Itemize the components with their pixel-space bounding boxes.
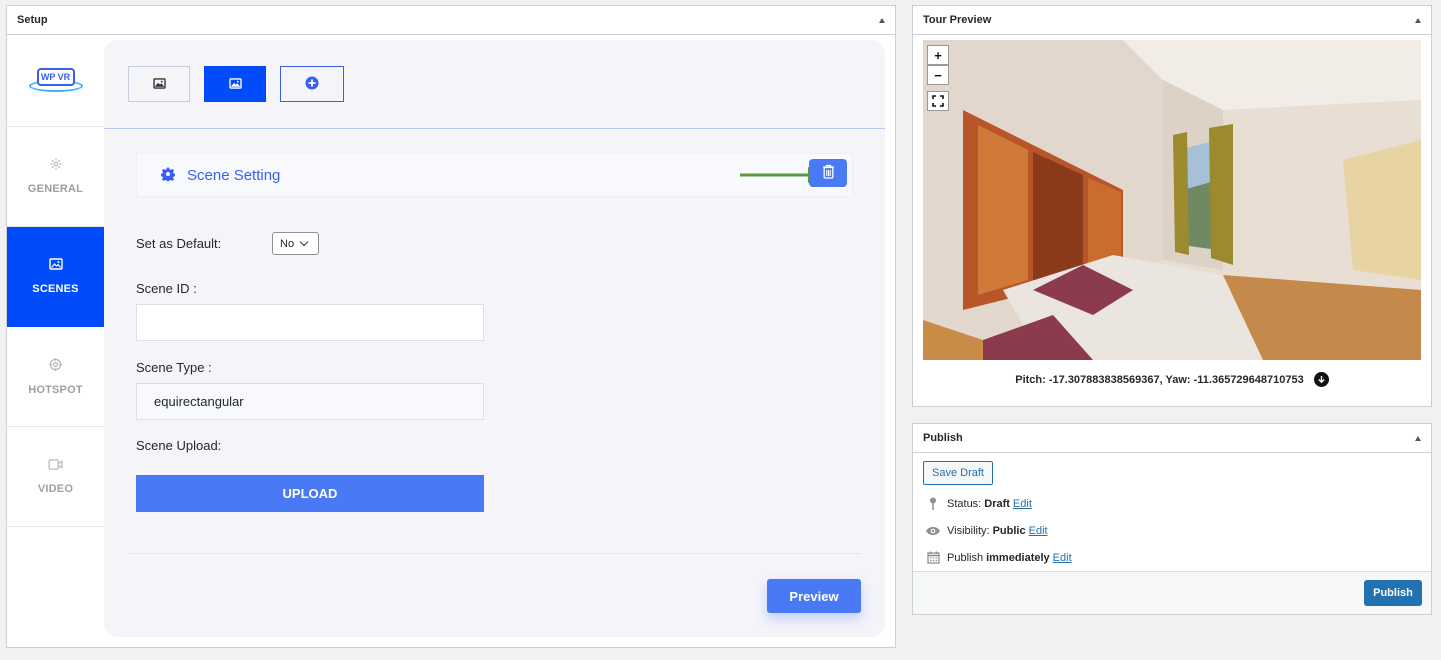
- publish-title: Publish: [923, 432, 963, 444]
- bedroom-panorama-image: [923, 40, 1421, 360]
- scene-tab-2[interactable]: [204, 66, 266, 102]
- arrow-down-circle-icon[interactable]: [1313, 372, 1329, 387]
- collapse-arrow-icon[interactable]: [1415, 17, 1421, 23]
- scene-setting-header: Scene Setting: [136, 153, 853, 197]
- panorama-viewer[interactable]: + −: [923, 40, 1421, 360]
- side-tab-general[interactable]: GENERAL: [7, 127, 104, 227]
- side-tab-scenes[interactable]: SCENES: [7, 227, 104, 327]
- scene-upload-label: Scene Upload:: [136, 438, 222, 453]
- preview-button[interactable]: Preview: [767, 579, 861, 613]
- scene-tabs: [128, 66, 344, 102]
- visibility-row: Visibility: Public Edit: [923, 522, 1421, 539]
- scene-id-label: Scene ID :: [136, 281, 197, 296]
- image-icon: [152, 77, 166, 92]
- zoom-in-button[interactable]: +: [927, 45, 949, 65]
- set-default-label: Set as Default:: [136, 236, 222, 251]
- tour-preview-header[interactable]: Tour Preview: [913, 6, 1431, 35]
- scene-id-input[interactable]: [136, 304, 484, 341]
- collapse-arrow-icon[interactable]: [1415, 435, 1421, 441]
- side-tab-label: SCENES: [32, 283, 79, 295]
- tour-preview-metabox: Tour Preview + − Pitch: -17.307883838569…: [912, 5, 1432, 407]
- gear-icon: [50, 158, 62, 173]
- logo-area: WP VR: [7, 35, 104, 127]
- scene-type-input[interactable]: equirectangular: [136, 383, 484, 420]
- publish-label: Publish: [947, 551, 984, 564]
- tabs-divider: [104, 128, 885, 129]
- trash-icon: [822, 164, 835, 182]
- visibility-edit-link[interactable]: Edit: [1029, 525, 1048, 537]
- scene-type-value: equirectangular: [154, 394, 244, 409]
- side-tab-label: VIDEO: [37, 482, 74, 495]
- publish-header[interactable]: Publish: [913, 424, 1431, 453]
- zoom-out-button[interactable]: −: [927, 65, 949, 85]
- setup-title: Setup: [17, 14, 48, 26]
- publish-date-row: Publish immediately Edit: [923, 549, 1421, 566]
- upload-button[interactable]: UPLOAD: [136, 475, 484, 512]
- fullscreen-button[interactable]: [927, 91, 949, 111]
- publish-edit-link[interactable]: Edit: [1053, 552, 1072, 564]
- set-default-select[interactable]: No: [272, 232, 319, 255]
- divider: [128, 553, 861, 554]
- publish-metabox: Publish Save Draft Status: Draft Edit Vi…: [912, 423, 1432, 615]
- video-icon: [48, 458, 63, 473]
- publish-footer: Publish: [913, 571, 1431, 614]
- status-edit-link[interactable]: Edit: [1013, 498, 1032, 510]
- tour-preview-title: Tour Preview: [923, 14, 992, 26]
- status-label: Status:: [947, 497, 982, 510]
- pin-icon: [923, 497, 943, 510]
- scene-type-label: Scene Type :: [136, 360, 212, 375]
- chevron-down-icon: [299, 237, 309, 247]
- publish-body: Save Draft Status: Draft Edit Visibility…: [913, 453, 1431, 574]
- side-tab-video[interactable]: VIDEO: [7, 427, 104, 527]
- publish-button[interactable]: Publish: [1364, 580, 1422, 606]
- fullscreen-icon: [932, 95, 944, 107]
- gear-icon: [160, 167, 176, 184]
- collapse-arrow-icon[interactable]: [879, 17, 885, 23]
- visibility-label: Visibility:: [947, 524, 990, 537]
- status-row: Status: Draft Edit: [923, 495, 1421, 512]
- wpvr-logo: WP VR: [28, 67, 83, 94]
- setup-header[interactable]: Setup: [7, 6, 895, 35]
- side-tab-label: HOTSPOT: [28, 383, 83, 396]
- setup-metabox: Setup WP VR GENERAL SCENES HOTSPOT VIDEO…: [6, 5, 896, 648]
- save-draft-button[interactable]: Save Draft: [923, 461, 993, 485]
- plus-circle-icon: [305, 76, 319, 93]
- scene-tab-1[interactable]: [128, 66, 190, 102]
- delete-scene-button[interactable]: [809, 159, 847, 187]
- image-icon: [48, 258, 63, 273]
- add-scene-button[interactable]: [280, 66, 344, 102]
- status-value: Draft: [984, 497, 1010, 510]
- visibility-value: Public: [992, 524, 1026, 537]
- target-icon: [49, 357, 62, 374]
- pitch-yaw-readout: Pitch: -17.307883838569367, Yaw: -11.365…: [913, 372, 1431, 387]
- eye-icon: [923, 526, 943, 536]
- side-tab-label: GENERAL: [27, 183, 84, 195]
- calendar-icon: [923, 551, 943, 564]
- image-icon: [228, 77, 242, 92]
- set-default-value: No: [280, 237, 295, 250]
- publish-value: immediately: [986, 551, 1050, 564]
- coords-text: Pitch: -17.307883838569367, Yaw: -11.365…: [1015, 373, 1304, 386]
- scene-panel: Scene Setting Set as Default: No Scene I…: [104, 40, 885, 637]
- side-tab-nav: WP VR GENERAL SCENES HOTSPOT VIDEO: [7, 35, 104, 647]
- scene-setting-title: Scene Setting: [187, 166, 281, 184]
- side-tab-hotspot[interactable]: HOTSPOT: [7, 327, 104, 427]
